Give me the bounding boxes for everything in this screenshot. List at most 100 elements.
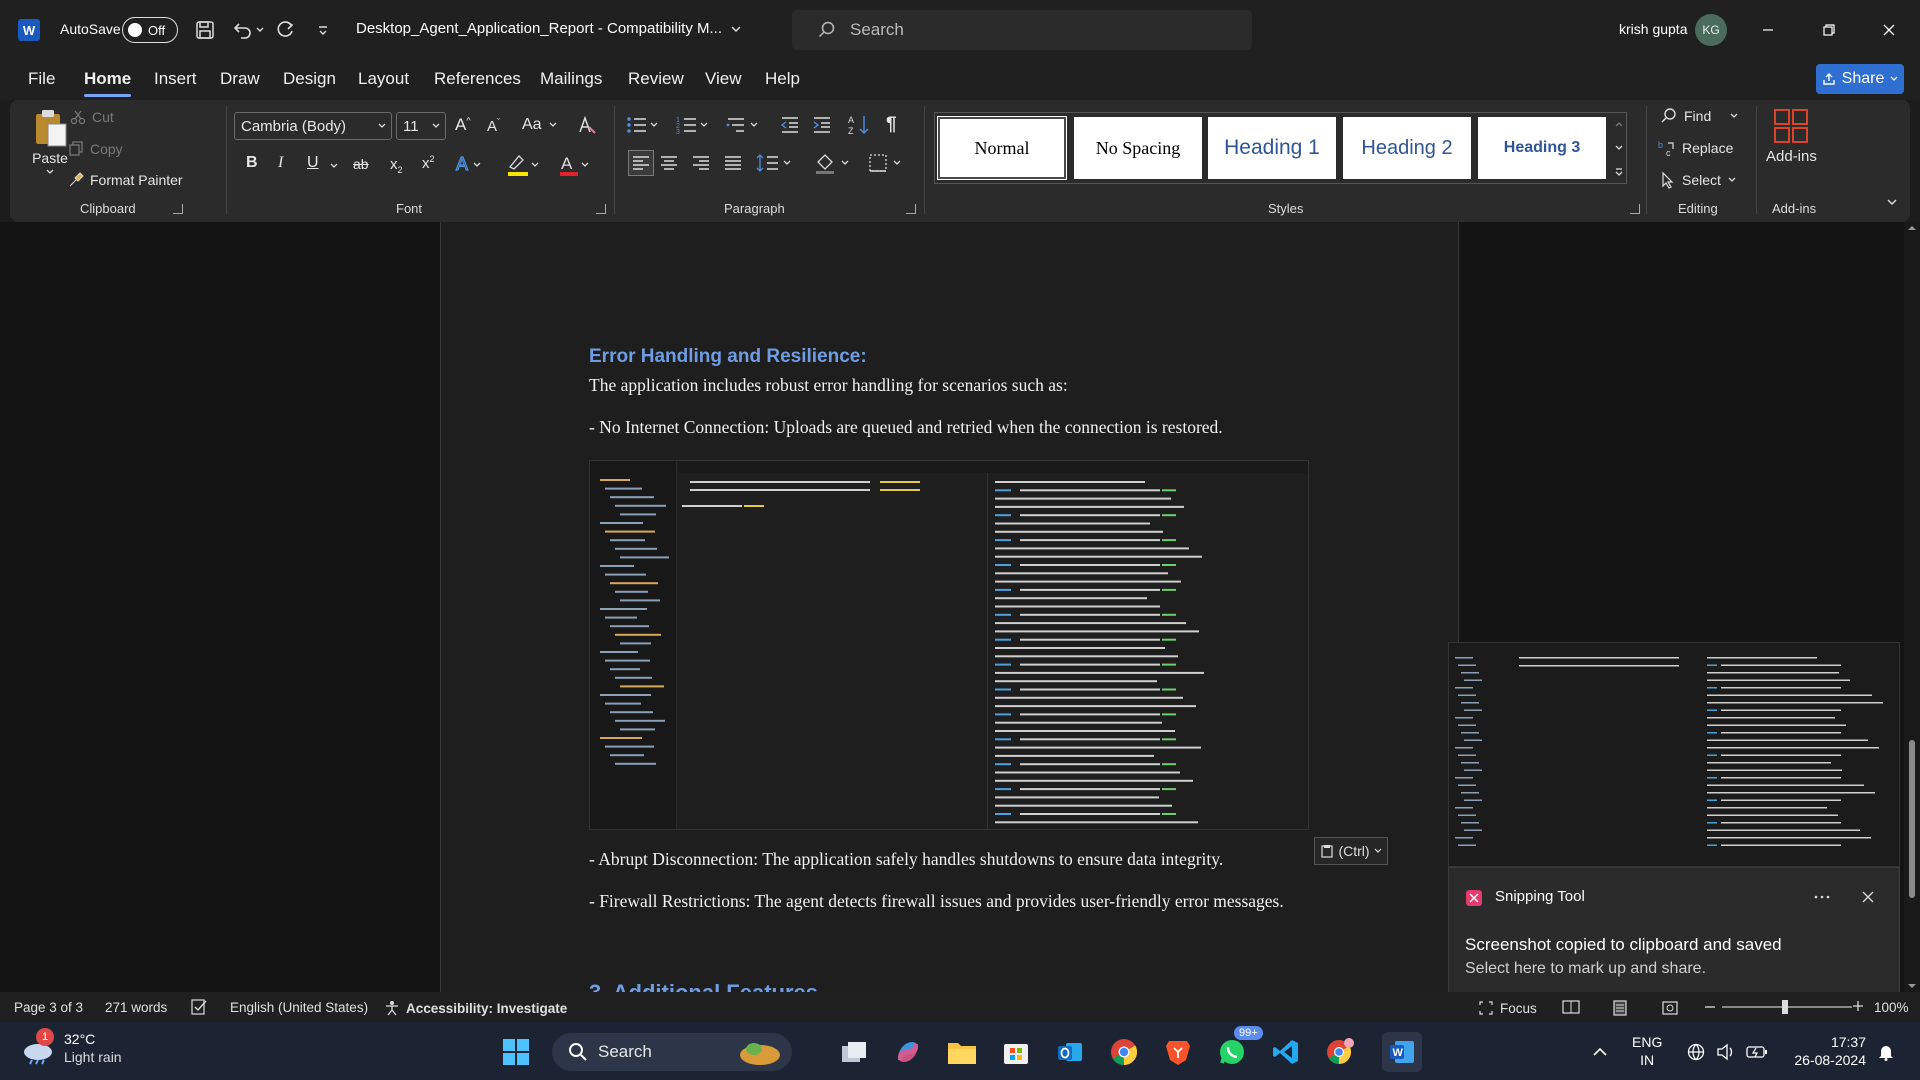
justify-button[interactable] <box>724 155 742 171</box>
clipboard-launcher-icon[interactable] <box>173 204 183 214</box>
line-spacing-button[interactable] <box>756 153 796 173</box>
scroll-up-icon[interactable] <box>1904 222 1920 234</box>
scrollbar-thumb[interactable] <box>1909 740 1915 898</box>
bold-button[interactable]: B <box>246 154 258 172</box>
tab-references[interactable]: References <box>434 69 521 89</box>
tab-view[interactable]: View <box>705 69 742 89</box>
start-button[interactable] <box>496 1032 536 1072</box>
chrome-icon[interactable] <box>1104 1032 1144 1072</box>
weather-widget[interactable]: 1 32°C Light rain <box>20 1028 122 1066</box>
align-center-button[interactable] <box>660 155 678 171</box>
battery-icon[interactable] <box>1746 1032 1768 1072</box>
collapse-ribbon-button[interactable] <box>1886 198 1898 206</box>
toast-close-icon[interactable] <box>1853 882 1883 912</box>
print-layout-icon[interactable] <box>1612 1000 1628 1016</box>
zoom-in-button[interactable] <box>1852 1000 1864 1012</box>
copy-button[interactable]: Copy <box>68 141 123 157</box>
page-count[interactable]: Page 3 of 3 <box>14 1000 83 1015</box>
cut-button[interactable]: Cut <box>70 109 114 125</box>
paste-options-button[interactable]: (Ctrl) <box>1314 837 1388 865</box>
clock[interactable]: 17:37 26-08-2024 <box>1790 1033 1866 1069</box>
chrome-profile-icon[interactable] <box>1320 1032 1360 1072</box>
align-left-button[interactable] <box>628 150 654 176</box>
styles-more[interactable] <box>1612 162 1626 182</box>
language-status[interactable]: English (United States) <box>230 1000 368 1015</box>
taskbar-search[interactable]: Search <box>552 1033 792 1071</box>
style-heading-3[interactable]: Heading 3 <box>1478 117 1606 179</box>
superscript-button[interactable]: x2 <box>422 154 435 172</box>
microsoft-store-icon[interactable] <box>996 1032 1036 1072</box>
multilevel-list-button[interactable] <box>726 115 760 135</box>
save-icon[interactable] <box>190 15 220 45</box>
snip-preview-thumbnail[interactable] <box>1448 642 1900 867</box>
copilot-icon[interactable] <box>888 1032 928 1072</box>
format-painter-button[interactable]: Format Painter <box>68 172 183 188</box>
restore-icon[interactable] <box>1809 14 1849 46</box>
show-formatting-button[interactable]: ¶ <box>886 114 897 136</box>
underline-dropdown[interactable] <box>329 162 339 170</box>
proofing-icon[interactable] <box>190 998 208 1016</box>
user-name[interactable]: krish gupta <box>1619 21 1687 37</box>
scroll-down-icon[interactable] <box>1904 980 1920 992</box>
brave-icon[interactable] <box>1158 1032 1198 1072</box>
underline-button[interactable]: U <box>307 154 319 172</box>
document-title[interactable]: Desktop_Agent_Application_Report - Compa… <box>356 20 742 37</box>
undo-dropdown-icon[interactable] <box>252 15 268 45</box>
tab-file[interactable]: File <box>28 69 55 89</box>
read-mode-icon[interactable] <box>1562 1000 1580 1014</box>
grow-font-button[interactable]: A^ <box>455 115 471 135</box>
select-button[interactable]: Select <box>1660 171 1737 189</box>
document-page[interactable]: Error Handling and Resilience: The appli… <box>440 222 1459 992</box>
share-button[interactable]: Share <box>1816 64 1904 94</box>
minimize-icon[interactable] <box>1748 14 1788 46</box>
align-right-button[interactable] <box>692 155 710 171</box>
bullets-button[interactable] <box>626 115 660 135</box>
file-explorer-icon[interactable] <box>942 1032 982 1072</box>
focus-mode-button[interactable]: Focus <box>1478 1000 1537 1016</box>
tab-home[interactable]: Home <box>84 69 132 97</box>
tab-design[interactable]: Design <box>283 69 336 89</box>
style-heading-2[interactable]: Heading 2 <box>1343 117 1471 179</box>
outlook-icon[interactable] <box>1050 1032 1090 1072</box>
tab-layout[interactable]: Layout <box>358 69 409 89</box>
increase-indent-button[interactable] <box>812 115 832 135</box>
tab-help[interactable]: Help <box>765 69 800 89</box>
style-heading-1[interactable]: Heading 1 <box>1208 117 1336 179</box>
zoom-out-button[interactable] <box>1704 1005 1716 1009</box>
style-no-spacing[interactable]: No Spacing <box>1074 117 1202 179</box>
shrink-font-button[interactable]: Aˇ <box>487 117 500 135</box>
text-effects-button[interactable]: A <box>454 153 484 175</box>
show-hidden-icons[interactable] <box>1580 1032 1620 1072</box>
replace-button[interactable]: bc Replace <box>1658 139 1733 157</box>
word-count[interactable]: 271 words <box>105 1000 167 1015</box>
font-family-combo[interactable]: Cambria (Body) <box>234 112 392 140</box>
strikethrough-button[interactable]: ab <box>353 156 369 172</box>
tab-mailings[interactable]: Mailings <box>540 69 602 89</box>
input-language[interactable]: ENG IN <box>1632 1033 1662 1069</box>
task-view-icon[interactable] <box>834 1032 874 1072</box>
notification-bell-icon[interactable] <box>1874 1032 1898 1072</box>
word-taskbar-icon[interactable]: W <box>1382 1032 1422 1072</box>
tab-draw[interactable]: Draw <box>220 69 260 89</box>
network-icon[interactable] <box>1686 1032 1706 1072</box>
change-case-button[interactable]: Aa <box>522 116 558 134</box>
whatsapp-icon[interactable]: 99+ <box>1212 1026 1263 1072</box>
volume-icon[interactable] <box>1716 1032 1736 1072</box>
zoom-slider-thumb[interactable] <box>1782 1000 1788 1014</box>
autosave-toggle[interactable]: Off <box>122 17 178 43</box>
paste-button[interactable]: Paste <box>32 108 68 176</box>
redo-icon[interactable] <box>270 15 300 45</box>
web-layout-icon[interactable] <box>1662 1000 1678 1016</box>
search-box[interactable]: Search <box>792 10 1252 50</box>
numbering-button[interactable]: 123 <box>676 115 710 135</box>
paragraph-launcher-icon[interactable] <box>906 204 916 214</box>
customize-qat-icon[interactable] <box>308 15 338 45</box>
vscode-icon[interactable] <box>1266 1032 1306 1072</box>
find-button[interactable]: Find <box>1660 107 1739 125</box>
styles-scroll-up[interactable] <box>1612 114 1626 134</box>
tab-insert[interactable]: Insert <box>154 69 197 89</box>
shading-button[interactable] <box>814 152 854 174</box>
font-size-combo[interactable]: 11 <box>396 112 446 140</box>
italic-button[interactable]: I <box>278 154 283 172</box>
add-ins-button[interactable]: Add-ins <box>1766 108 1817 165</box>
